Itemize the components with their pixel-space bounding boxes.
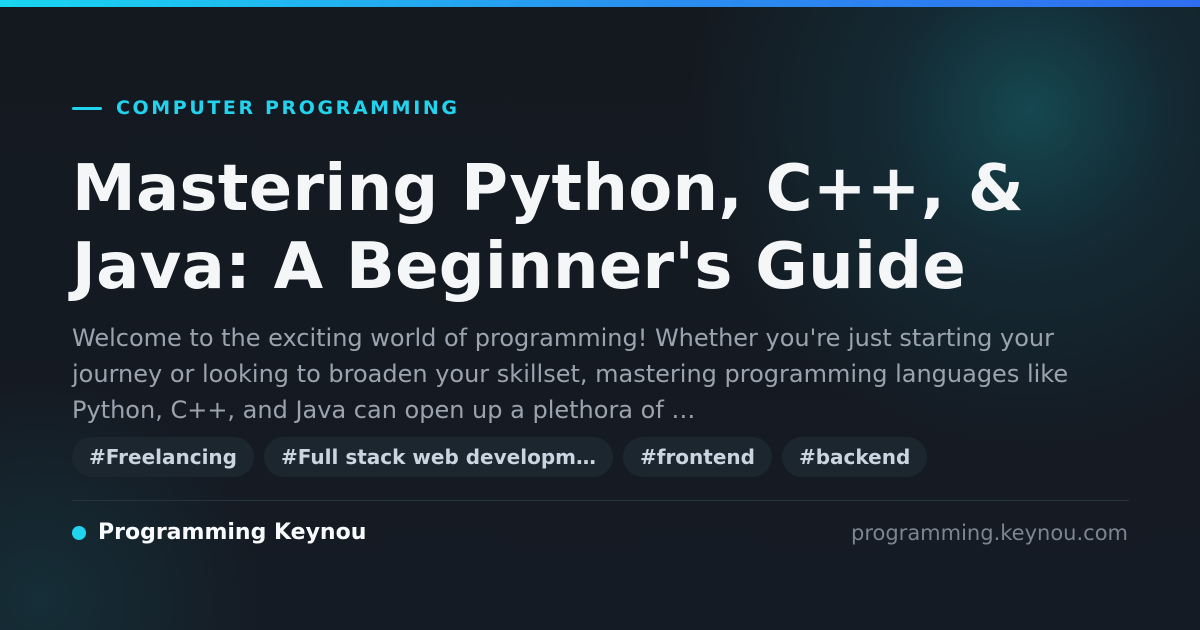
accent-top-bar (0, 0, 1200, 7)
tag-freelancing[interactable]: #Freelancing (72, 437, 254, 477)
tag-backend[interactable]: #backend (781, 437, 928, 477)
tag-list: #Freelancing #Full stack web developm… #… (72, 437, 928, 477)
share-card: COMPUTER PROGRAMMING Mastering Python, C… (0, 0, 1200, 630)
brand-name: Programming Keynou (98, 520, 367, 545)
site-url[interactable]: programming.keynou.com (851, 519, 1128, 547)
brand: Programming Keynou (72, 519, 366, 547)
tag-full-stack-web-development[interactable]: #Full stack web developm… (264, 437, 613, 477)
article-excerpt: Welcome to the exciting world of program… (72, 324, 1069, 424)
category-label: COMPUTER PROGRAMMING (116, 97, 460, 119)
tag-frontend[interactable]: #frontend (622, 437, 772, 477)
category-accent-line (72, 106, 102, 110)
footer-divider (72, 500, 1129, 501)
brand-dot-icon (72, 526, 86, 540)
category-row: COMPUTER PROGRAMMING (72, 96, 460, 120)
page-title: Mastering Python, C++, & Java: A Beginne… (72, 152, 1025, 304)
